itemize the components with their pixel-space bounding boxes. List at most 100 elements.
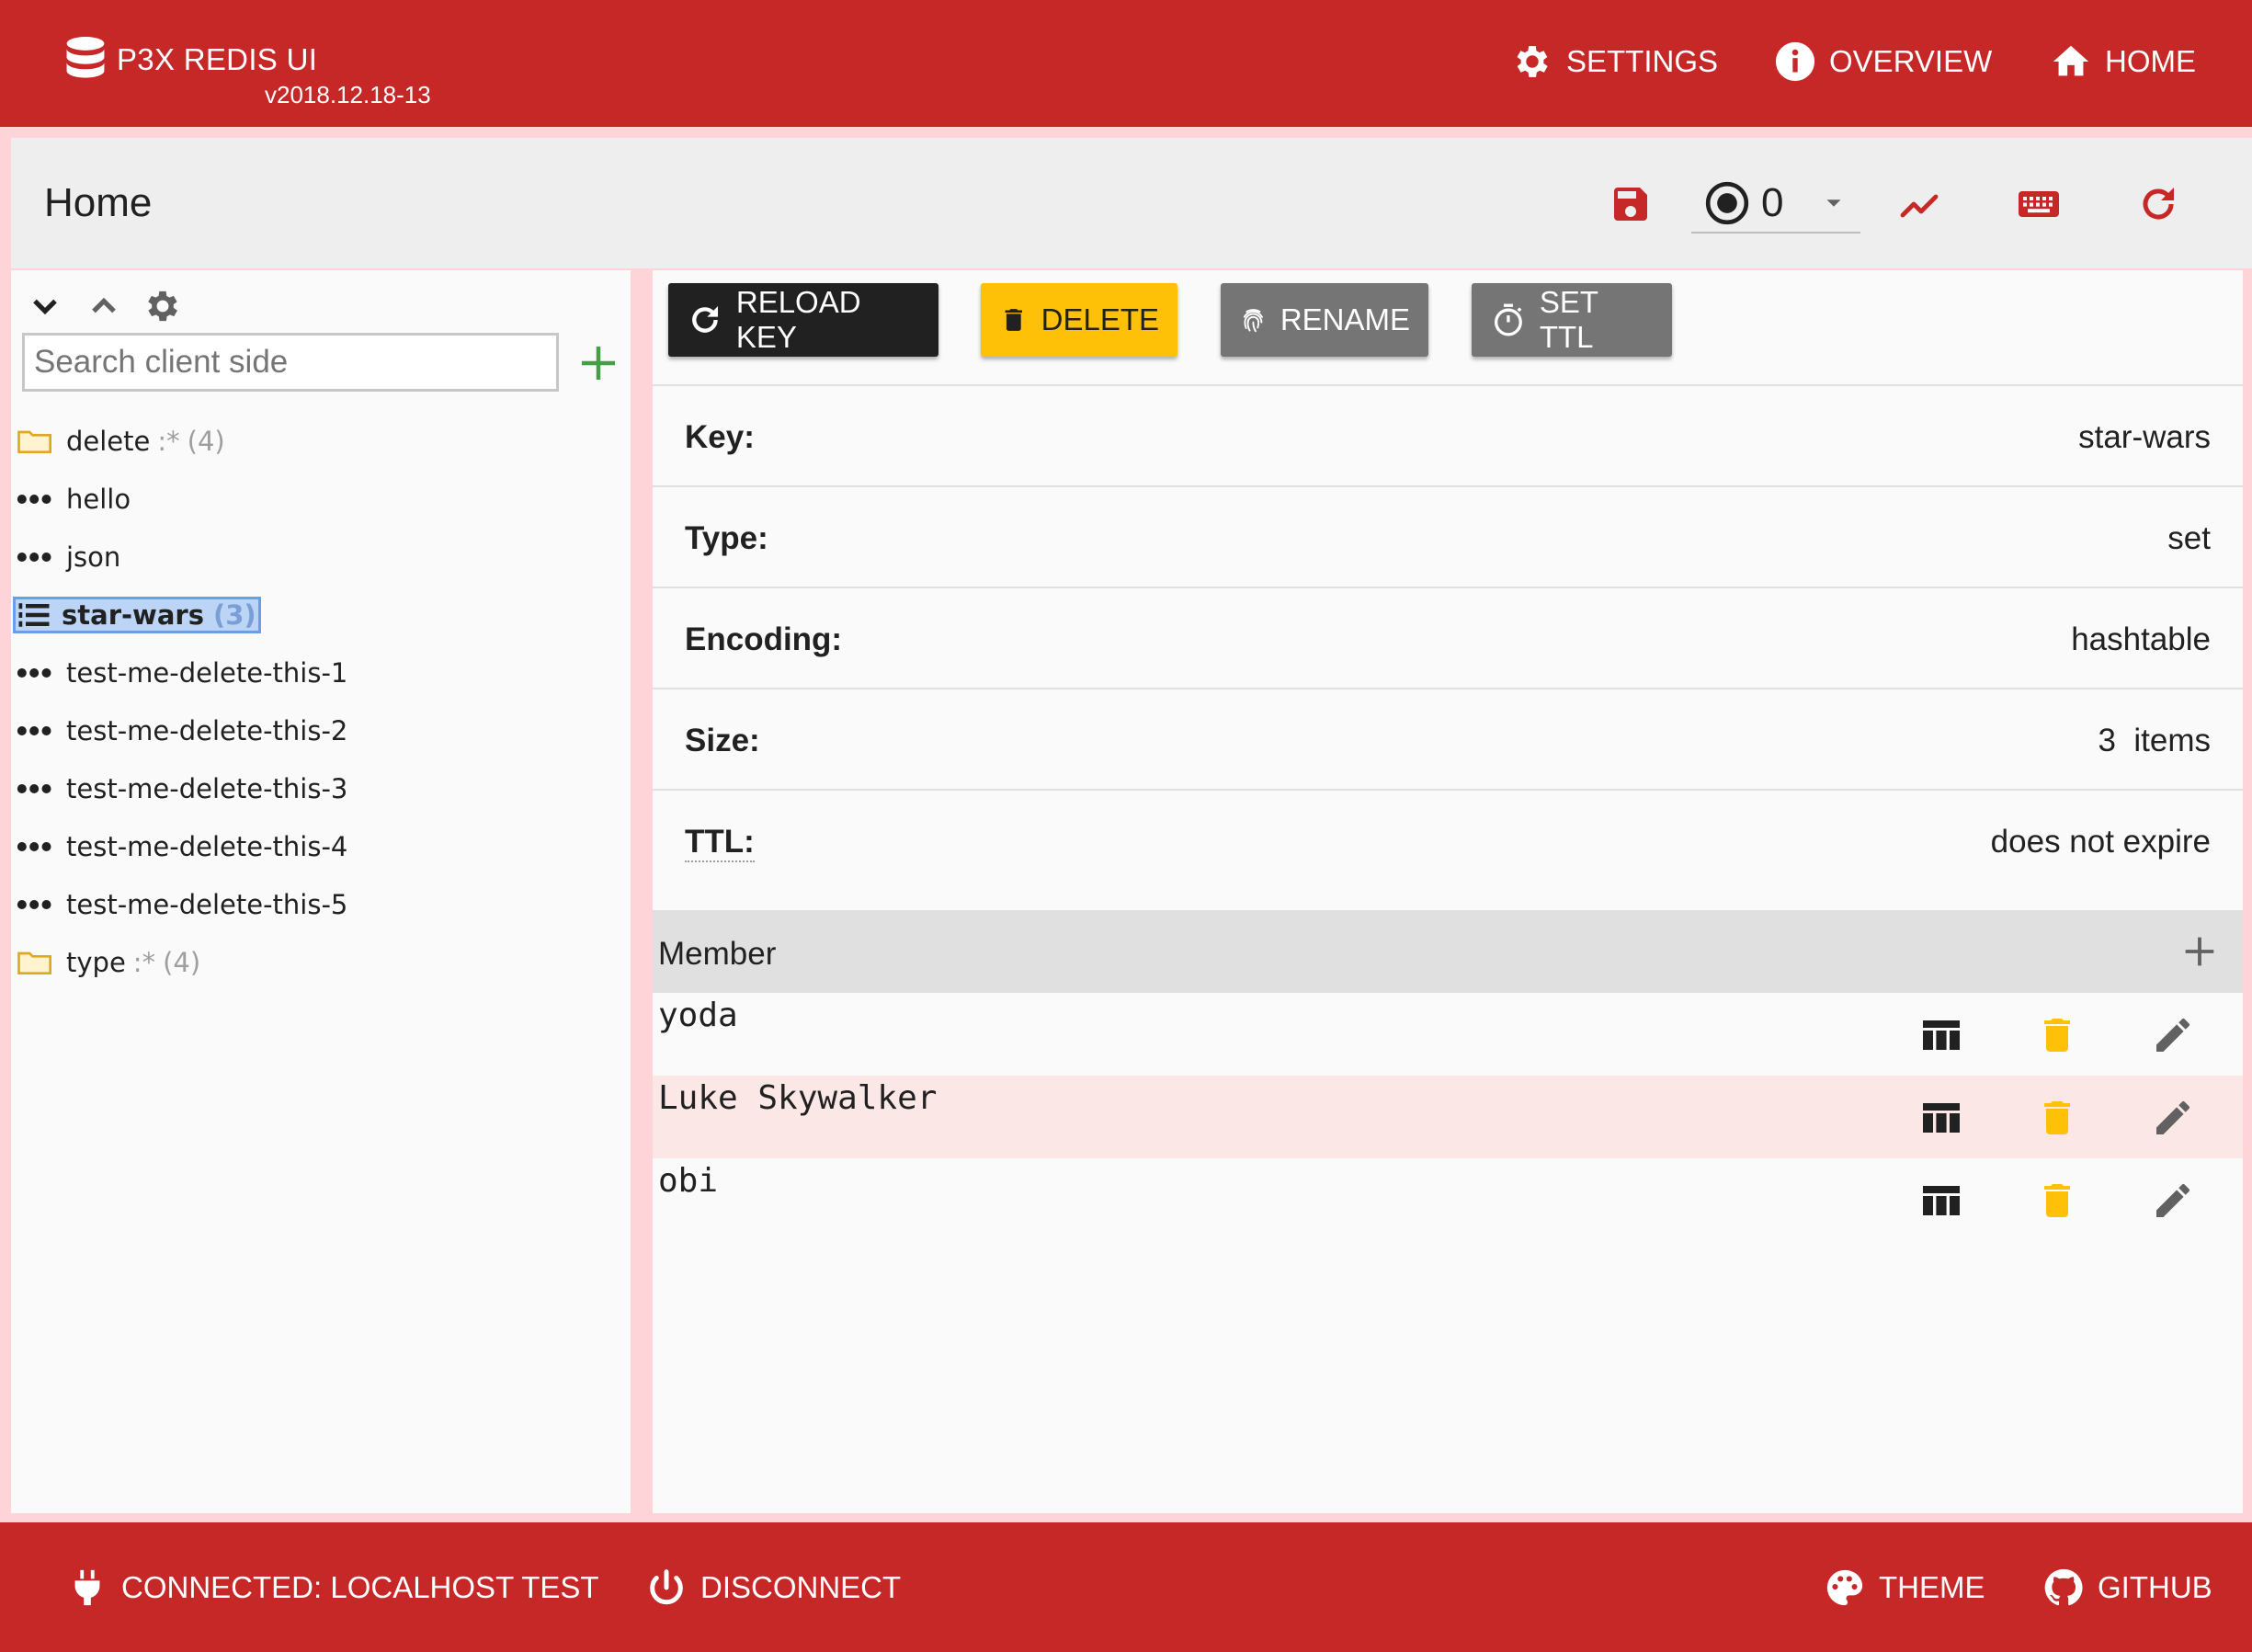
member-value: Luke Skywalker xyxy=(658,1079,938,1117)
tree-key-test-me-delete-this-2[interactable]: test-me-delete-this-2 xyxy=(11,701,631,759)
rename-key-button[interactable]: RENAME xyxy=(1221,283,1428,357)
folder-icon xyxy=(17,949,57,976)
string-key-icon xyxy=(17,543,57,571)
plug-icon xyxy=(74,1569,100,1606)
tree-key-json[interactable]: json xyxy=(11,528,631,586)
console-button[interactable] xyxy=(2011,177,2066,232)
view-member-button[interactable] xyxy=(1916,1092,1967,1144)
key-tree: delete :* (4) hello json star-wars (3) t… xyxy=(11,412,631,991)
table-column-icon xyxy=(1923,1103,1960,1133)
string-key-icon xyxy=(17,659,57,687)
add-member-button[interactable] xyxy=(2178,930,2221,973)
key-detail-panel: RELOAD KEY DELETE RENAME SET TTL Key: st… xyxy=(653,270,2243,1513)
edit-member-button[interactable] xyxy=(2147,1009,2199,1061)
settings-nav-button[interactable]: SETTINGS xyxy=(1511,40,1718,83)
gear-icon xyxy=(148,291,177,322)
tree-folder-delete[interactable]: delete :* (4) xyxy=(11,412,631,470)
list-numbered-icon xyxy=(16,601,56,629)
disconnect-label: DISCONNECT xyxy=(700,1570,902,1604)
table-column-icon xyxy=(1923,1186,1960,1215)
statistics-button[interactable] xyxy=(1892,177,1947,232)
refresh-icon xyxy=(2143,188,2174,220)
member-value: obi xyxy=(658,1162,719,1200)
info-row-ttl: TTL: does not expire xyxy=(653,791,2243,892)
info-icon xyxy=(1775,41,1815,82)
tree-key-test-me-delete-this-3[interactable]: test-me-delete-this-3 xyxy=(11,759,631,817)
home-label: HOME xyxy=(2105,44,2196,78)
edit-member-button[interactable] xyxy=(2147,1175,2199,1226)
tree-pattern: :* xyxy=(157,425,180,457)
collapse-all-button[interactable] xyxy=(81,283,127,329)
tree-key-test-me-delete-this-4[interactable]: test-me-delete-this-4 xyxy=(11,817,631,875)
info-value: 3 items xyxy=(2098,723,2211,758)
delete-member-button[interactable] xyxy=(2031,1092,2083,1144)
app-title: P3X REDIS UI xyxy=(117,42,318,76)
disconnect-button[interactable]: DISCONNECT xyxy=(645,1565,901,1611)
info-row-encoding: Encoding: hashtable xyxy=(653,588,2243,689)
tree-label: test-me-delete-this-2 xyxy=(66,714,348,746)
tree-settings-button[interactable] xyxy=(140,283,186,329)
string-key-icon xyxy=(17,717,57,745)
database-index: 0 xyxy=(1761,180,1784,225)
refresh-button[interactable] xyxy=(2131,177,2186,232)
info-row-type: Type: set xyxy=(653,487,2243,588)
expand-all-button[interactable] xyxy=(22,283,68,329)
app-version: v2018.12.18-13 xyxy=(265,81,431,108)
string-key-icon xyxy=(17,485,57,513)
theme-button[interactable]: THEME xyxy=(1824,1565,1985,1611)
info-value: hashtable xyxy=(2071,621,2211,657)
add-key-button[interactable] xyxy=(574,338,623,388)
home-toolbar: Home 0 xyxy=(11,138,2252,268)
tree-folder-type[interactable]: type :* (4) xyxy=(11,933,631,991)
trash-icon xyxy=(2044,1184,2070,1217)
delete-member-button[interactable] xyxy=(2031,1175,2083,1226)
tree-label: test-me-delete-this-1 xyxy=(66,656,348,689)
pencil-icon xyxy=(2156,1183,2189,1217)
search-input[interactable] xyxy=(22,333,559,392)
caret-down-icon xyxy=(1826,199,1841,207)
delete-member-button[interactable] xyxy=(2031,1009,2083,1061)
tree-label: test-me-delete-this-4 xyxy=(66,830,348,862)
pencil-icon xyxy=(2156,1018,2189,1052)
page-title: Home xyxy=(44,180,153,225)
github-icon xyxy=(2044,1568,2083,1606)
connection-status[interactable]: CONNECTED: LOCALHOST TEST xyxy=(66,1565,599,1611)
string-key-icon xyxy=(17,833,57,860)
refresh-icon xyxy=(692,306,719,333)
home-nav-button[interactable]: HOME xyxy=(2050,40,2196,83)
keyboard-icon xyxy=(2019,191,2059,217)
database-select[interactable]: 0 xyxy=(1691,175,1860,234)
view-member-button[interactable] xyxy=(1916,1009,1967,1061)
home-icon xyxy=(2053,45,2089,76)
set-ttl-button[interactable]: SET TTL xyxy=(1472,283,1672,357)
settings-label: SETTINGS xyxy=(1566,44,1719,78)
gear-icon xyxy=(1517,46,1548,77)
key-tree-panel: delete :* (4) hello json star-wars (3) t… xyxy=(11,270,631,1513)
info-label: TTL: xyxy=(685,824,755,862)
tree-key-test-me-delete-this-1[interactable]: test-me-delete-this-1 xyxy=(11,644,631,701)
info-row-key: Key: star-wars xyxy=(653,386,2243,487)
view-member-button[interactable] xyxy=(1916,1175,1967,1226)
edit-member-button[interactable] xyxy=(2147,1092,2199,1144)
member-row: Luke Skywalker xyxy=(653,1076,2243,1158)
delete-key-button[interactable]: DELETE xyxy=(981,283,1177,357)
overview-nav-button[interactable]: OVERVIEW xyxy=(1774,40,1992,83)
fingerprint-icon xyxy=(1243,309,1263,333)
save-button[interactable] xyxy=(1603,177,1658,232)
tree-count: (4) xyxy=(187,425,225,457)
palette-icon xyxy=(1826,1569,1863,1606)
tree-key-test-me-delete-this-5[interactable]: test-me-delete-this-5 xyxy=(11,875,631,933)
overview-label: OVERVIEW xyxy=(1829,44,1993,78)
github-button[interactable]: GITHUB xyxy=(2042,1565,2212,1611)
rename-key-label: RENAME xyxy=(1280,302,1410,336)
tree-label: json xyxy=(66,541,121,573)
power-icon xyxy=(650,1569,683,1605)
reload-key-button[interactable]: RELOAD KEY xyxy=(668,283,938,357)
chevron-up-icon xyxy=(92,297,116,313)
delete-key-label: DELETE xyxy=(1041,302,1159,336)
folder-icon xyxy=(17,427,57,455)
tree-key-star-wars[interactable]: star-wars (3) xyxy=(11,586,631,644)
tree-key-hello[interactable]: hello xyxy=(11,470,631,528)
database-icon xyxy=(66,37,105,78)
save-icon xyxy=(1614,188,1647,221)
